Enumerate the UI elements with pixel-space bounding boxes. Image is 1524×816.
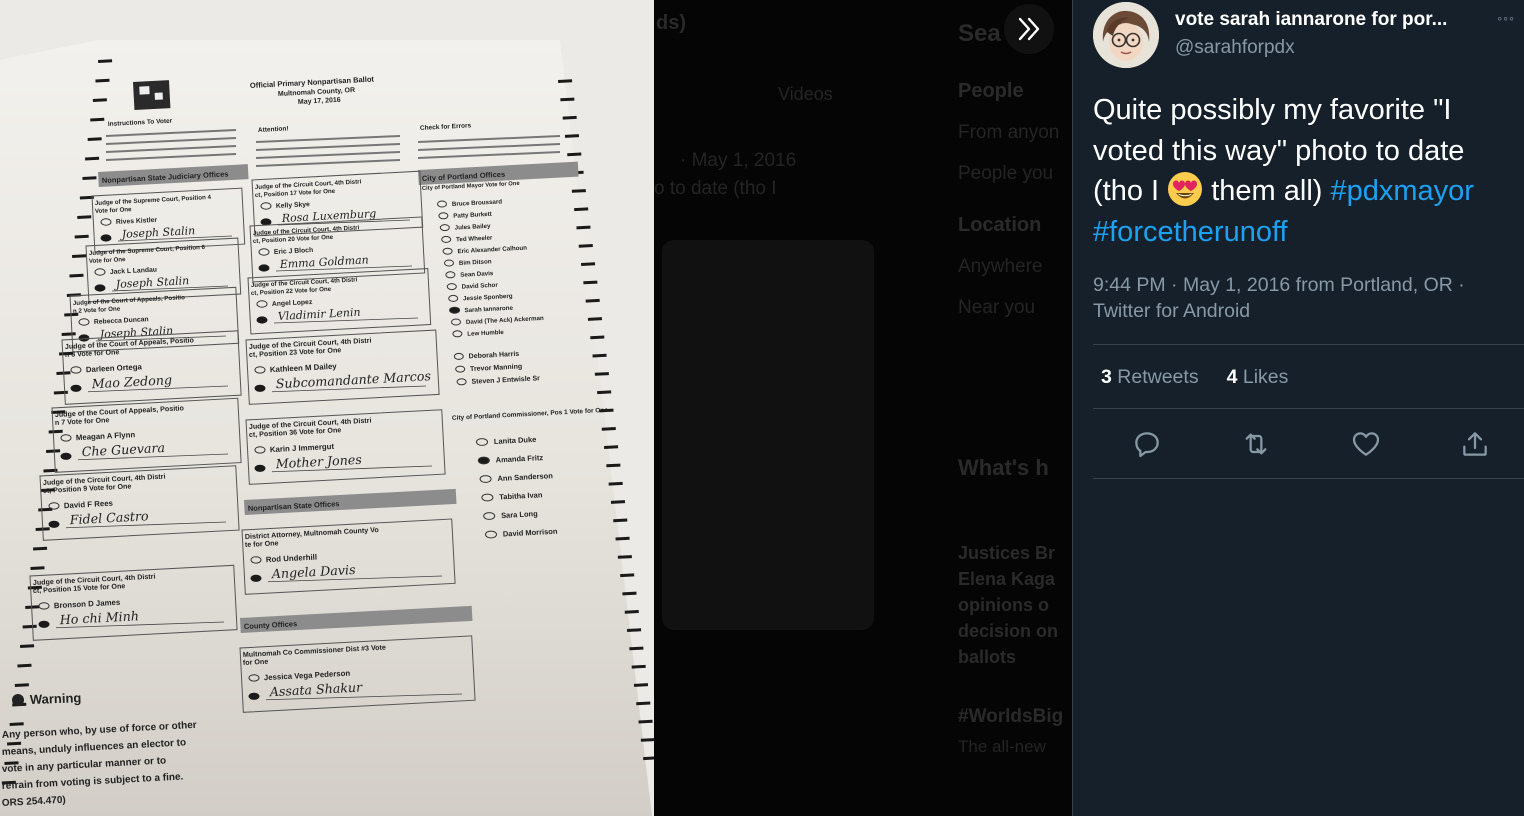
left-race-2-filled-bubble bbox=[78, 334, 90, 342]
hashtag-pdxmayor[interactable]: #pdxmayor bbox=[1330, 175, 1473, 207]
tweet-stats: 3 Retweets 4 Likes bbox=[1101, 366, 1288, 389]
ballot-photo[interactable]: Official Primary Nonpartisan Ballot Multn… bbox=[0, 0, 654, 816]
ballot-paper: Official Primary Nonpartisan BallotMultn… bbox=[0, 0, 654, 816]
retweets-label: Retweets bbox=[1117, 366, 1199, 388]
tweet-header: vote sarah iannarone for por... @sarahfo… bbox=[1093, 0, 1515, 72]
trend-sub: The all-new bbox=[958, 737, 1046, 756]
warning-icon bbox=[12, 694, 24, 706]
trend-line-4: decision on bbox=[958, 621, 1059, 641]
middle-race-2-filled-bubble bbox=[256, 316, 268, 324]
chevrons-right-icon bbox=[1018, 17, 1040, 41]
tabs-fragment: ds) bbox=[656, 12, 686, 34]
tweet-text-part-2: them all) bbox=[1203, 175, 1331, 207]
near-you-option: Near you bbox=[958, 297, 1036, 318]
divider bbox=[1093, 478, 1524, 479]
left-race-5-filled-bubble bbox=[48, 520, 60, 528]
hashtag-forcetherunoff[interactable]: #forcetherunoff bbox=[1093, 216, 1288, 248]
left-race-1-filled-bubble bbox=[94, 284, 106, 292]
middle-race-5-filled-bubble bbox=[250, 574, 262, 582]
retweet-button[interactable] bbox=[1240, 428, 1272, 460]
people-you: People you bbox=[958, 163, 1054, 184]
blurred-date: · May 1, 2016 bbox=[680, 150, 797, 171]
middle-race-1-filled-bubble bbox=[258, 264, 270, 272]
middle-race-6-title-2: for One bbox=[243, 658, 269, 667]
tweet-timestamp[interactable]: 9:44 PM · May 1, 2016 from Portland, OR … bbox=[1093, 272, 1513, 324]
tweet-panel: vote sarah iannarone for por... @sarahfo… bbox=[1072, 0, 1524, 816]
left-race-3-filled-bubble bbox=[70, 384, 82, 392]
location-label: Location bbox=[958, 214, 1042, 236]
blurred-text: o to date (tho I bbox=[654, 178, 777, 199]
qr-code-block bbox=[154, 92, 163, 100]
left-race-4-filled-bubble bbox=[60, 452, 72, 460]
trend-line-5: ballots bbox=[958, 647, 1017, 667]
reply-icon bbox=[1135, 432, 1159, 458]
retweets-count: 3 bbox=[1101, 366, 1112, 388]
trend-line-2: Elena Kaga bbox=[958, 569, 1056, 589]
whats-happening: What's h bbox=[958, 455, 1049, 480]
from-anyone: From anyon bbox=[958, 122, 1060, 143]
tweet-actions bbox=[1131, 428, 1491, 468]
warning-title: Warning bbox=[30, 690, 82, 707]
author-handle[interactable]: @sarahforpdx bbox=[1175, 37, 1295, 59]
more-options-icon[interactable]: ◦◦◦ bbox=[1497, 10, 1515, 26]
likes-count: 4 bbox=[1226, 366, 1238, 388]
people-label: People bbox=[958, 80, 1024, 102]
heart-eyes-emoji bbox=[1168, 172, 1203, 206]
videos-tab: Videos bbox=[778, 84, 833, 104]
middle-race-6-filled-bubble bbox=[248, 692, 260, 700]
avatar-illustration bbox=[1093, 2, 1159, 68]
like-button[interactable] bbox=[1350, 428, 1382, 460]
left-race-0-filled-bubble bbox=[100, 234, 112, 242]
retweet-icon bbox=[1245, 433, 1267, 455]
middle-race-3-filled-bubble bbox=[254, 384, 266, 392]
mayor-bubble bbox=[449, 306, 461, 314]
commissioner-bubble bbox=[477, 456, 490, 465]
trend-line-3: opinions o bbox=[958, 595, 1049, 615]
likes-stat[interactable]: 4 Likes bbox=[1227, 366, 1289, 389]
tweet-text: Quite possibly my favorite "I voted this… bbox=[1093, 90, 1513, 252]
blurred-media-card bbox=[662, 240, 874, 630]
middle-race-4-filled-bubble bbox=[254, 464, 266, 472]
qr-code-block bbox=[139, 86, 150, 95]
left-race-6-filled-bubble bbox=[38, 620, 50, 628]
likes-label: Likes bbox=[1242, 366, 1289, 388]
share-icon bbox=[1463, 432, 1487, 456]
heart-icon bbox=[1352, 432, 1379, 456]
dimmed-background: ds) Sea Videos People From anyon People … bbox=[654, 0, 1072, 816]
retweets-stat[interactable]: 3 Retweets bbox=[1101, 366, 1199, 389]
avatar[interactable] bbox=[1093, 2, 1159, 68]
expand-panel-button[interactable] bbox=[1004, 4, 1054, 54]
qr-code bbox=[133, 80, 171, 110]
divider bbox=[1093, 344, 1524, 345]
search-title: Sea bbox=[958, 20, 1001, 47]
trend-tag: #WorldsBig bbox=[958, 706, 1064, 727]
trend-line-1: Justices Br bbox=[958, 543, 1056, 563]
author-name[interactable]: vote sarah iannarone for por... bbox=[1175, 9, 1495, 31]
divider bbox=[1093, 408, 1524, 409]
share-button[interactable] bbox=[1459, 428, 1491, 460]
anywhere-option: Anywhere bbox=[958, 256, 1043, 277]
reply-button[interactable] bbox=[1131, 428, 1163, 460]
